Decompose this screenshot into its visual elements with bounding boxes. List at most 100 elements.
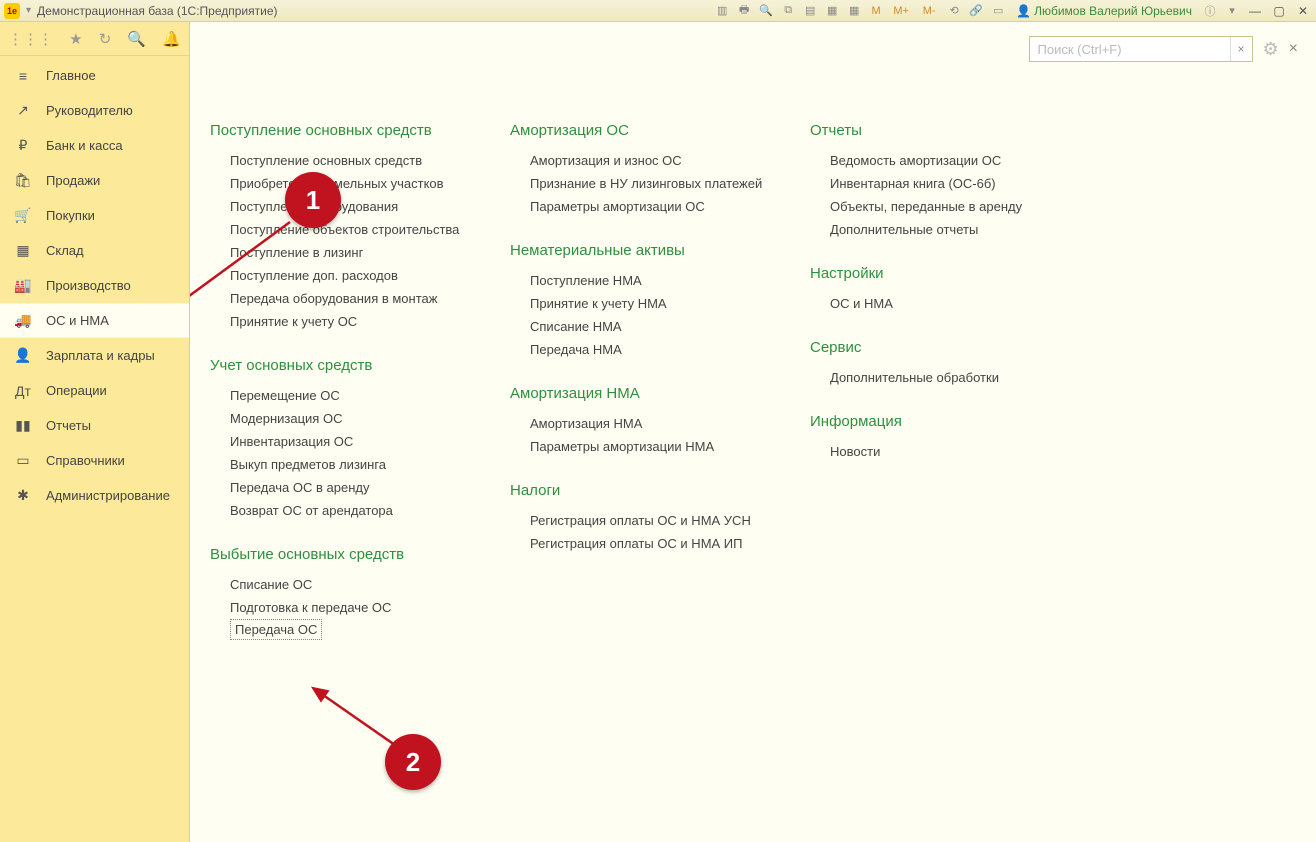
sidebar-toolbar: ⋮⋮⋮ ★ ↻ 🔍 🔔	[0, 22, 189, 56]
section-title[interactable]: Нематериальные активы	[510, 242, 770, 259]
search-input[interactable]	[1030, 37, 1230, 61]
search-clear-button[interactable]: ×	[1230, 37, 1252, 61]
section: Поступление основных средств Поступление …	[210, 122, 470, 333]
gear-icon[interactable]: ⚙	[1263, 39, 1279, 60]
function-link[interactable]: Списание ОС	[210, 573, 470, 596]
function-link[interactable]: Передача ОС	[230, 619, 322, 640]
section-title[interactable]: Информация	[810, 413, 1070, 430]
sidebar-item-icon: Дт	[14, 383, 32, 399]
section-title[interactable]: Выбытие основных средств	[210, 546, 470, 563]
bell-icon[interactable]: 🔔	[162, 30, 181, 48]
function-link[interactable]: Передача НМА	[510, 338, 770, 361]
toolbar-m[interactable]: M	[868, 3, 884, 19]
toolbar-copy-icon[interactable]: ▤	[802, 3, 818, 19]
sidebar-item-11[interactable]: ▭ Справочники	[0, 443, 189, 478]
toolbar-books-icon[interactable]: ▭	[990, 3, 1006, 19]
function-link[interactable]: ОС и НМА	[810, 292, 1070, 315]
function-link[interactable]: Поступление объектов строительства	[210, 218, 470, 241]
function-link[interactable]: Списание НМА	[510, 315, 770, 338]
sidebar-item-1[interactable]: ↗ Руководителю	[0, 93, 189, 128]
window-minimize-button[interactable]: —	[1246, 4, 1264, 18]
section-title[interactable]: Поступление основных средств	[210, 122, 470, 139]
function-link[interactable]: Регистрация оплаты ОС и НМА ИП	[510, 532, 770, 555]
function-link[interactable]: Принятие к учету ОС	[210, 310, 470, 333]
sidebar-item-10[interactable]: ▮▮ Отчеты	[0, 408, 189, 443]
sidebar-item-label: Склад	[46, 243, 84, 258]
function-link[interactable]: Ведомость амортизации ОС	[810, 149, 1070, 172]
sidebar-item-label: Производство	[46, 278, 131, 293]
toolbar-print-icon[interactable]: 🖶	[736, 3, 752, 19]
toolbar-info-icon[interactable]: ⓘ	[1202, 3, 1218, 19]
sidebar-item-12[interactable]: ✱ Администрирование	[0, 478, 189, 513]
function-link[interactable]: Дополнительные отчеты	[810, 218, 1070, 241]
sidebar-item-icon: ≡	[14, 68, 32, 84]
window-maximize-button[interactable]: ▢	[1270, 4, 1288, 18]
sidebar-item-label: Операции	[46, 383, 107, 398]
section-title[interactable]: Налоги	[510, 482, 770, 499]
sidebar-item-6[interactable]: 🏭 Производство	[0, 268, 189, 303]
function-link[interactable]: Поступление основных средств	[210, 149, 470, 172]
toolbar-calendar-icon[interactable]: ▦	[846, 3, 862, 19]
star-icon[interactable]: ★	[69, 30, 82, 48]
sidebar-item-8[interactable]: 👤 Зарплата и кадры	[0, 338, 189, 373]
apps-icon[interactable]: ⋮⋮⋮	[8, 30, 53, 48]
toolbar-preview-icon[interactable]: 🔍	[758, 3, 774, 19]
section-title[interactable]: Сервис	[810, 339, 1070, 356]
user-label[interactable]: 👤 Любимов Валерий Юрьевич	[1012, 4, 1196, 18]
history-icon[interactable]: ↻	[99, 30, 112, 48]
toolbar-mplus[interactable]: M+	[890, 3, 912, 19]
toolbar-calc-icon[interactable]: ▦	[824, 3, 840, 19]
function-link[interactable]: Передача ОС в аренду	[210, 476, 470, 499]
function-link[interactable]: Выкуп предметов лизинга	[210, 453, 470, 476]
section-title[interactable]: Амортизация ОС	[510, 122, 770, 139]
sidebar-item-7[interactable]: 🚚 ОС и НМА	[0, 303, 189, 338]
app-dropdown-icon[interactable]: ▾	[26, 5, 31, 16]
main-panel: × ⚙ × Поступление основных средствПоступ…	[190, 22, 1316, 842]
function-link[interactable]: Поступление в лизинг	[210, 241, 470, 264]
function-link[interactable]: Новости	[810, 440, 1070, 463]
section-title[interactable]: Амортизация НМА	[510, 385, 770, 402]
panel-close-button[interactable]: ×	[1289, 40, 1298, 58]
function-link[interactable]: Передача оборудования в монтаж	[210, 287, 470, 310]
function-link[interactable]: Признание в НУ лизинговых платежей	[510, 172, 770, 195]
section-title[interactable]: Настройки	[810, 265, 1070, 282]
toolbar-link-icon[interactable]: 🔗	[968, 3, 984, 19]
window-close-button[interactable]: ✕	[1294, 4, 1312, 18]
function-link[interactable]: Амортизация и износ ОС	[510, 149, 770, 172]
function-link[interactable]: Поступление НМА	[510, 269, 770, 292]
function-link[interactable]: Амортизация НМА	[510, 412, 770, 435]
section-title[interactable]: Учет основных средств	[210, 357, 470, 374]
function-link[interactable]: Модернизация ОС	[210, 407, 470, 430]
sidebar-item-3[interactable]: 🛍 Продажи	[0, 163, 189, 198]
sidebar-item-label: Покупки	[46, 208, 95, 223]
function-link[interactable]: Параметры амортизации НМА	[510, 435, 770, 458]
function-link[interactable]: Инвентарная книга (ОС-6б)	[810, 172, 1070, 195]
toolbar-save-icon[interactable]: ▥	[714, 3, 730, 19]
function-link[interactable]: Возврат ОС от арендатора	[210, 499, 470, 522]
function-link[interactable]: Регистрация оплаты ОС и НМА УСН	[510, 509, 770, 532]
sidebar-item-2[interactable]: ₽ Банк и касса	[0, 128, 189, 163]
function-link[interactable]: Принятие к учету НМА	[510, 292, 770, 315]
sidebar-item-5[interactable]: ▦ Склад	[0, 233, 189, 268]
toolbar-compare-icon[interactable]: ⧉	[780, 3, 796, 19]
sidebar-item-4[interactable]: 🛒 Покупки	[0, 198, 189, 233]
sidebar-item-icon: 🛍	[14, 172, 32, 189]
toolbar-dropdown-icon[interactable]: ▾	[1224, 3, 1240, 19]
function-link[interactable]: Перемещение ОС	[210, 384, 470, 407]
function-link[interactable]: Параметры амортизации ОС	[510, 195, 770, 218]
search-box[interactable]: ×	[1029, 36, 1253, 62]
function-link[interactable]: Приобретение земельных участков	[210, 172, 470, 195]
toolbar-back-icon[interactable]: ⟲	[946, 3, 962, 19]
sidebar-item-9[interactable]: Дт Операции	[0, 373, 189, 408]
toolbar-mminus[interactable]: M-	[918, 3, 940, 19]
section: Нематериальные активы Поступление НМАПрин…	[510, 242, 770, 361]
search-icon[interactable]: 🔍	[127, 30, 146, 48]
function-link[interactable]: Подготовка к передаче ОС	[210, 596, 470, 619]
section-title[interactable]: Отчеты	[810, 122, 1070, 139]
function-link[interactable]: Объекты, переданные в аренду	[810, 195, 1070, 218]
annotation-badge-1: 1	[285, 172, 341, 228]
sidebar-item-0[interactable]: ≡ Главное	[0, 58, 189, 93]
function-link[interactable]: Инвентаризация ОС	[210, 430, 470, 453]
function-link[interactable]: Поступление доп. расходов	[210, 264, 470, 287]
function-link[interactable]: Дополнительные обработки	[810, 366, 1070, 389]
